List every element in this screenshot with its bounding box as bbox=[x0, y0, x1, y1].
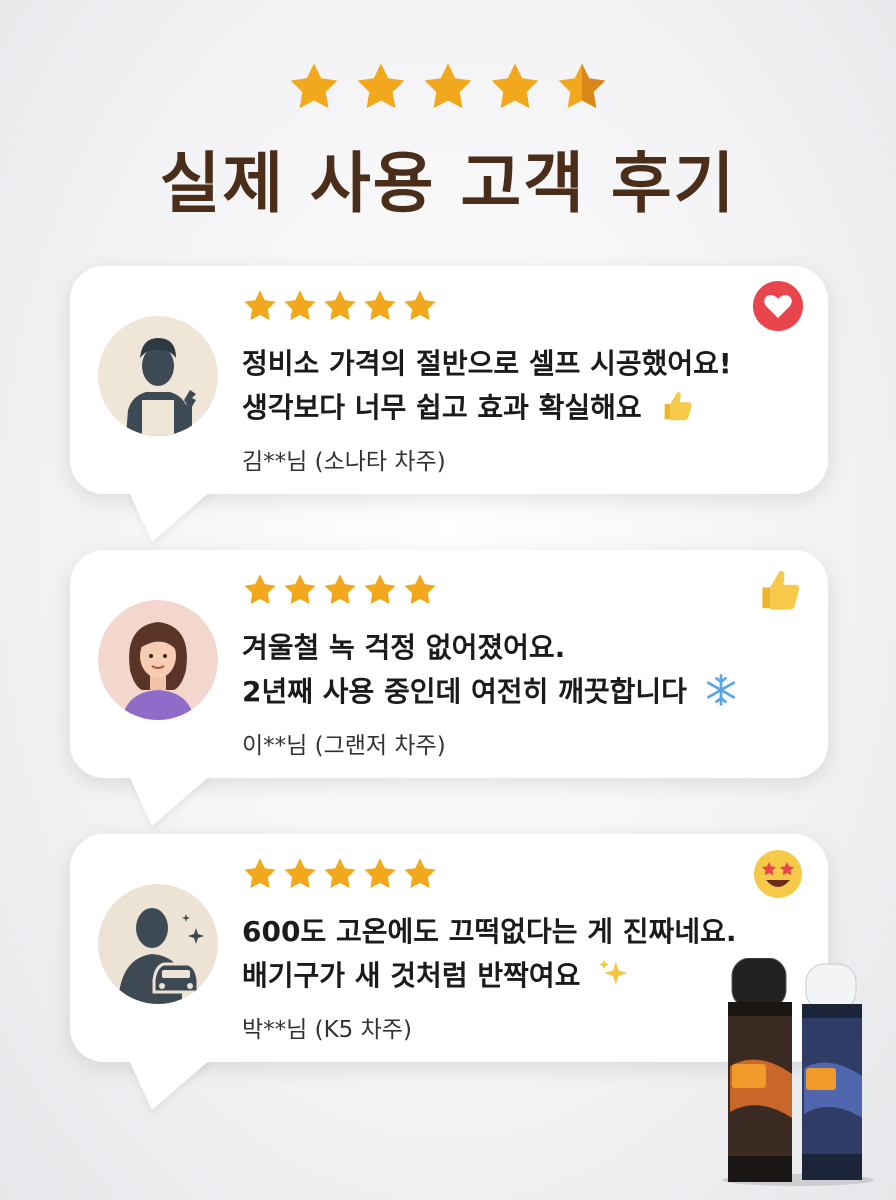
star-icon bbox=[364, 290, 396, 321]
review-text-line2: 생각보다 너무 쉽고 효과 확실해요 bbox=[242, 386, 695, 432]
speech-bubble-tail bbox=[128, 774, 212, 826]
star-icon bbox=[404, 574, 436, 605]
review-rating-stars bbox=[242, 288, 442, 328]
star-icon bbox=[364, 858, 396, 889]
review-card: 겨울철 녹 걱정 없어졌어요. 2년째 사용 중인데 여전히 깨끗합니다 이**… bbox=[70, 550, 828, 826]
star-icon bbox=[284, 290, 316, 321]
star-eyes-emoji-icon bbox=[752, 848, 804, 900]
review-author: 박**님 (K5 차주) bbox=[242, 1017, 412, 1043]
speech-bubble-tail bbox=[128, 1058, 212, 1110]
star-icon bbox=[284, 858, 316, 889]
star-icon bbox=[357, 63, 405, 109]
review-text-line1: 정비소 가격의 절반으로 셀프 시공했어요! bbox=[242, 347, 732, 380]
star-icon bbox=[324, 858, 356, 889]
header-rating-stars bbox=[0, 60, 896, 118]
review-text-line1: 겨울철 녹 걱정 없어졌어요. bbox=[242, 631, 566, 664]
star-icon bbox=[364, 574, 396, 605]
review-text-line2-text: 배기구가 새 것처럼 반짝여요 bbox=[242, 959, 581, 992]
thumbs-up-icon bbox=[657, 387, 695, 432]
woman-avatar-icon bbox=[98, 600, 218, 720]
review-text-line2-text: 2년째 사용 중인데 여전히 깨끗합니다 bbox=[242, 675, 687, 708]
star-icon bbox=[244, 574, 276, 605]
star-icon bbox=[290, 63, 338, 109]
page-title: 실제 사용 고객 후기 bbox=[159, 145, 737, 222]
review-text-line2-text: 생각보다 너무 쉽고 효과 확실해요 bbox=[242, 391, 642, 424]
star-icon bbox=[324, 290, 356, 321]
star-icon bbox=[404, 858, 436, 889]
sparkles-icon bbox=[596, 956, 632, 999]
mechanic-avatar-icon bbox=[98, 316, 218, 436]
review-rating-stars bbox=[242, 856, 442, 896]
half-star-icon bbox=[558, 63, 606, 109]
car-owner-avatar-icon bbox=[98, 884, 218, 1004]
review-text-line1: 600도 고온에도 끄떡없다는 게 진짜네요. bbox=[242, 915, 737, 948]
speech-bubble-tail bbox=[128, 490, 212, 542]
review-rating-stars bbox=[242, 572, 442, 612]
product-spray-cans-image bbox=[718, 957, 878, 1186]
star-icon bbox=[404, 290, 436, 321]
heart-icon bbox=[752, 280, 804, 332]
star-icon bbox=[491, 63, 539, 109]
review-card: 600도 고온에도 끄떡없다는 게 진짜네요. 배기구가 새 것처럼 반짝여요 … bbox=[70, 834, 828, 1110]
review-card: 정비소 가격의 절반으로 셀프 시공했어요! 생각보다 너무 쉽고 효과 확실해… bbox=[70, 266, 828, 542]
review-author: 김**님 (소나타 차주) bbox=[242, 449, 446, 475]
star-icon bbox=[284, 574, 316, 605]
star-icon bbox=[424, 63, 472, 109]
review-text-line2: 배기구가 새 것처럼 반짝여요 bbox=[242, 954, 632, 999]
review-author: 이**님 (그랜저 차주) bbox=[242, 733, 446, 759]
thumbs-up-icon bbox=[752, 564, 804, 616]
snowflake-icon bbox=[703, 672, 739, 715]
star-icon bbox=[244, 858, 276, 889]
star-icon bbox=[244, 290, 276, 321]
star-icon bbox=[324, 574, 356, 605]
review-text-line2: 2년째 사용 중인데 여전히 깨끗합니다 bbox=[242, 670, 739, 715]
